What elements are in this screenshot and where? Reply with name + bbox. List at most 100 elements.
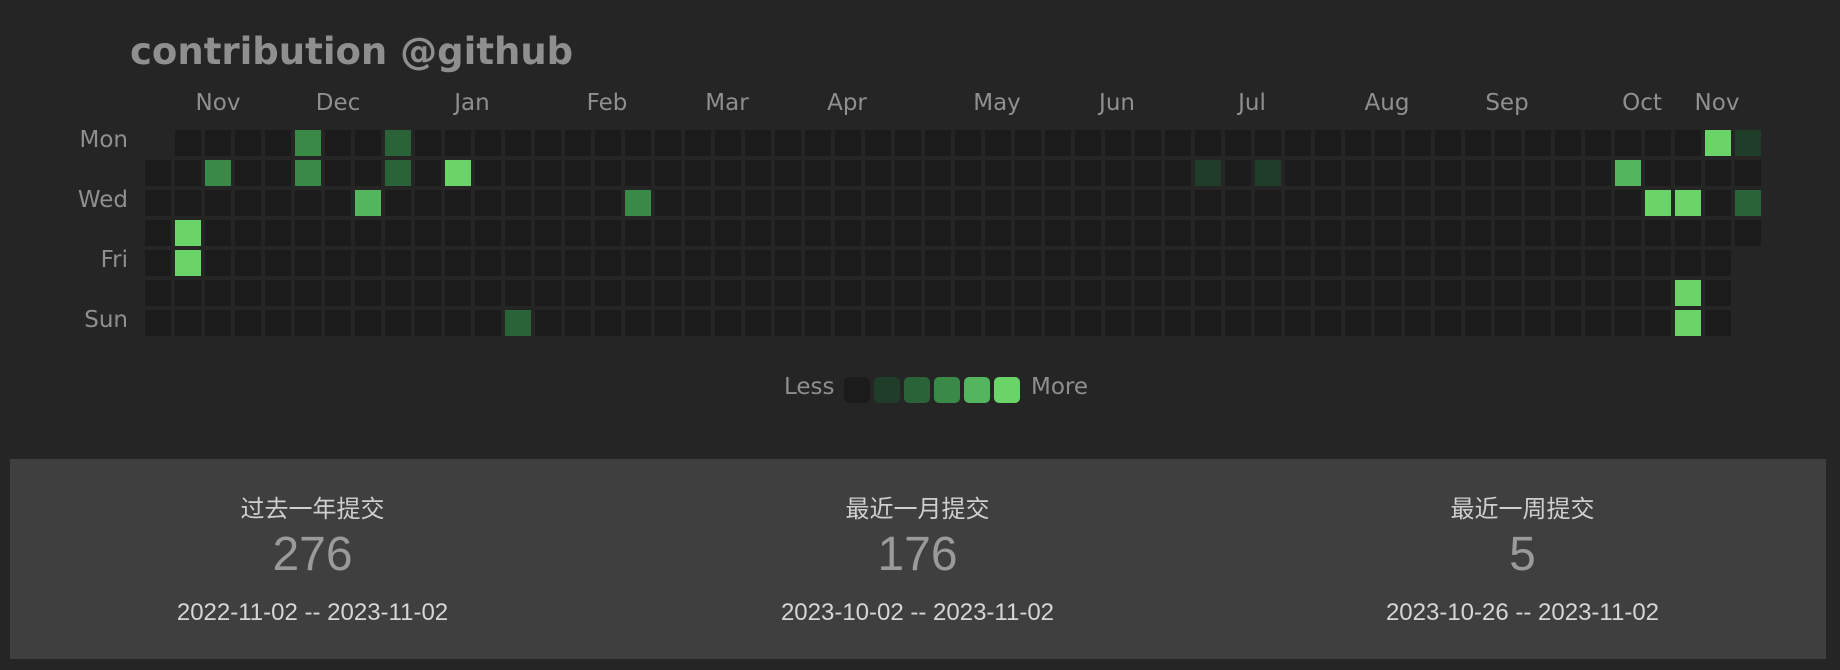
day-cell[interactable] [385,310,411,336]
day-cell[interactable] [805,220,831,246]
day-cell[interactable] [235,220,261,246]
day-cell[interactable] [895,160,921,186]
day-cell[interactable] [565,280,591,306]
day-cell[interactable] [1705,160,1731,186]
day-cell[interactable] [685,220,711,246]
day-cell[interactable] [325,220,351,246]
day-cell[interactable] [1285,310,1311,336]
day-cell[interactable] [1615,280,1641,306]
day-cell[interactable] [595,280,621,306]
day-cell[interactable] [1045,130,1071,156]
day-cell[interactable] [925,130,951,156]
day-cell[interactable] [505,190,531,216]
day-cell[interactable] [1345,310,1371,336]
day-cell[interactable] [1465,160,1491,186]
day-cell[interactable] [1315,130,1341,156]
day-cell[interactable] [205,190,231,216]
day-cell[interactable] [1285,250,1311,276]
day-cell[interactable] [1285,160,1311,186]
day-cell[interactable] [415,310,441,336]
day-cell[interactable] [1135,190,1161,216]
day-cell[interactable] [325,160,351,186]
day-cell[interactable] [1195,130,1221,156]
day-cell[interactable] [1075,280,1101,306]
day-cell[interactable] [175,280,201,306]
day-cell[interactable] [775,190,801,216]
day-cell[interactable] [1435,160,1461,186]
day-cell[interactable] [1675,250,1701,276]
day-cell[interactable] [1675,190,1701,216]
day-cell[interactable] [1405,310,1431,336]
day-cell[interactable] [1465,220,1491,246]
day-cell[interactable] [955,250,981,276]
day-cell[interactable] [1375,190,1401,216]
day-cell[interactable] [1705,190,1731,216]
day-cell[interactable] [355,160,381,186]
day-cell[interactable] [865,160,891,186]
day-cell[interactable] [1375,280,1401,306]
day-cell[interactable] [1105,190,1131,216]
day-cell[interactable] [145,310,171,336]
day-cell[interactable] [1195,310,1221,336]
day-cell[interactable] [1345,130,1371,156]
day-cell[interactable] [475,310,501,336]
day-cell[interactable] [1345,190,1371,216]
day-cell[interactable] [1375,310,1401,336]
day-cell[interactable] [265,130,291,156]
day-cell[interactable] [685,160,711,186]
day-cell[interactable] [1255,220,1281,246]
day-cell[interactable] [205,160,231,186]
day-cell[interactable] [865,250,891,276]
day-cell[interactable] [1675,160,1701,186]
day-cell[interactable] [1015,190,1041,216]
day-cell[interactable] [805,250,831,276]
day-cell[interactable] [1585,190,1611,216]
day-cell[interactable] [595,220,621,246]
day-cell[interactable] [745,190,771,216]
day-cell[interactable] [985,130,1011,156]
day-cell[interactable] [1705,220,1731,246]
day-cell[interactable] [235,160,261,186]
day-cell[interactable] [235,130,261,156]
day-cell[interactable] [475,220,501,246]
day-cell[interactable] [1315,190,1341,216]
day-cell[interactable] [1525,220,1551,246]
day-cell[interactable] [1735,160,1761,186]
day-cell[interactable] [985,160,1011,186]
day-cell[interactable] [595,130,621,156]
day-cell[interactable] [295,130,321,156]
day-cell[interactable] [355,310,381,336]
day-cell[interactable] [625,250,651,276]
day-cell[interactable] [1645,160,1671,186]
day-cell[interactable] [1495,280,1521,306]
day-cell[interactable] [1015,160,1041,186]
day-cell[interactable] [775,310,801,336]
day-cell[interactable] [1075,220,1101,246]
day-cell[interactable] [1255,310,1281,336]
day-cell[interactable] [265,310,291,336]
day-cell[interactable] [175,190,201,216]
day-cell[interactable] [1285,190,1311,216]
day-cell[interactable] [1495,190,1521,216]
day-cell[interactable] [475,160,501,186]
day-cell[interactable] [925,190,951,216]
day-cell[interactable] [1405,160,1431,186]
day-cell[interactable] [235,190,261,216]
day-cell[interactable] [1465,310,1491,336]
day-cell[interactable] [535,160,561,186]
day-cell[interactable] [265,280,291,306]
day-cell[interactable] [715,220,741,246]
day-cell[interactable] [835,310,861,336]
day-cell[interactable] [1015,310,1041,336]
day-cell[interactable] [745,280,771,306]
day-cell[interactable] [1255,280,1281,306]
day-cell[interactable] [1195,190,1221,216]
day-cell[interactable] [1255,190,1281,216]
day-cell[interactable] [415,190,441,216]
day-cell[interactable] [1225,220,1251,246]
day-cell[interactable] [295,280,321,306]
day-cell[interactable] [805,310,831,336]
day-cell[interactable] [1555,160,1581,186]
day-cell[interactable] [1375,250,1401,276]
day-cell[interactable] [1045,250,1071,276]
